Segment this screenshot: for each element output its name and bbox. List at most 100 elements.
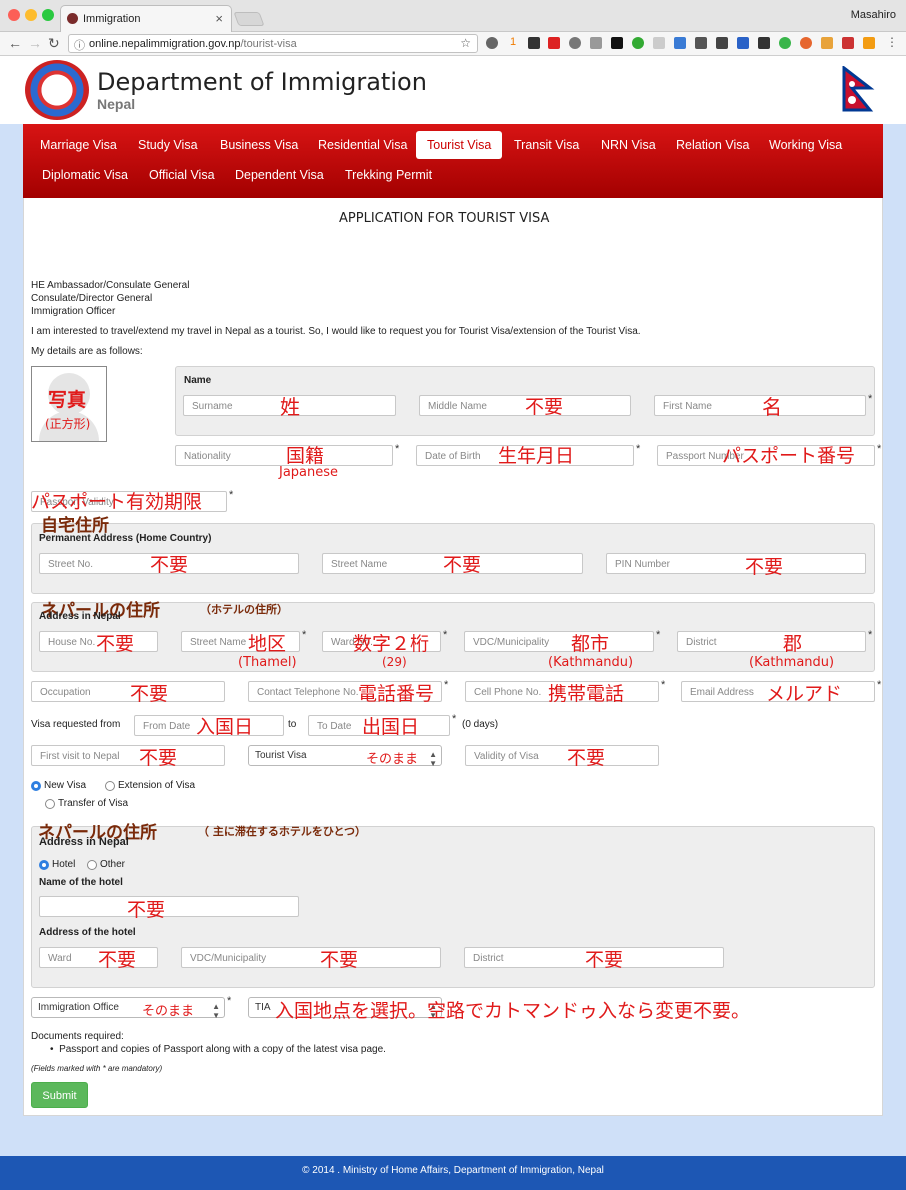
visa-requested-label: Visa requested from	[31, 719, 121, 730]
chart-extension-icon[interactable]	[674, 37, 686, 49]
green-extension-icon[interactable]	[779, 37, 791, 49]
nav-business-visa[interactable]: Business Visa	[209, 131, 309, 159]
first-name-input[interactable]: First Name	[654, 395, 866, 416]
immigration-office-select[interactable]: Immigration Office ▲ ▼	[31, 997, 225, 1020]
nav-official-visa[interactable]: Official Visa	[138, 161, 226, 189]
first-visit-input[interactable]: First visit to Nepal	[31, 745, 225, 766]
from-date-annotation: 入国日	[196, 716, 254, 738]
required-mark: *	[656, 629, 661, 641]
occupation-input[interactable]: Occupation	[31, 681, 225, 702]
m-extension-icon[interactable]	[548, 37, 560, 49]
nav-dependent-visa[interactable]: Dependent Visa	[224, 161, 335, 189]
nav-tourist-visa[interactable]: Tourist Visa	[416, 131, 503, 159]
tool-extension-icon[interactable]	[842, 37, 854, 49]
tab-title: Immigration	[83, 13, 141, 25]
nav-nrn-visa[interactable]: NRN Visa	[590, 131, 667, 159]
hotel-radio-label: Hotel	[52, 859, 76, 870]
back-arrow-icon[interactable]: ←	[8, 35, 22, 51]
doc-extension-icon[interactable]	[695, 37, 707, 49]
ward2-annotation: 不要	[98, 949, 137, 971]
required-mark: *	[868, 393, 873, 405]
clock-extension-icon[interactable]	[569, 37, 581, 49]
nepal-address-label: Address in Nepal	[39, 611, 121, 622]
nav-diplomatic-visa[interactable]: Diplomatic Visa	[31, 161, 139, 189]
contact-tel-annotation: 電話番号	[358, 683, 435, 705]
required-mark: *	[229, 489, 234, 501]
required-mark: *	[302, 629, 307, 641]
pocket-extension-icon[interactable]	[716, 37, 728, 49]
v-extension-icon[interactable]	[737, 37, 749, 49]
required-mark: *	[636, 443, 641, 455]
pin-annotation: 不要	[745, 556, 784, 578]
nav-relation-visa[interactable]: Relation Visa	[665, 131, 760, 159]
vdc-municipality-hotel-input[interactable]: VDC/Municipality	[181, 947, 441, 968]
orange-extension-icon[interactable]	[800, 37, 812, 49]
district-annotation: 郡	[783, 633, 803, 655]
maximize-window-icon[interactable]	[42, 9, 54, 21]
profile-name[interactable]: Masahiro	[851, 9, 896, 21]
visa-nav: Marriage Visa Study Visa Business Visa R…	[23, 124, 883, 198]
validity-input[interactable]: Validity of Visa	[465, 745, 659, 766]
district-input[interactable]: District	[677, 631, 866, 652]
form-heading: APPLICATION FOR TOURIST VISA	[339, 211, 550, 226]
days-count: (0 days)	[462, 719, 499, 730]
info-icon[interactable]: ⓘ	[74, 37, 85, 53]
nav-transit-visa[interactable]: Transit Visa	[503, 131, 590, 159]
note-extension-icon[interactable]	[821, 37, 833, 49]
nav-study-visa[interactable]: Study Visa	[127, 131, 209, 159]
permanent-address-label: Permanent Address (Home Country)	[39, 533, 212, 544]
district2-annotation: 不要	[585, 949, 624, 971]
submit-button[interactable]: Submit	[31, 1082, 88, 1108]
nav-trekking-permit[interactable]: Trekking Permit	[334, 161, 443, 189]
office-code-annotation: 入国地点を選択。空路でカトマンドゥ入なら変更不要。	[275, 1000, 751, 1022]
nav-working-visa[interactable]: Working Visa	[758, 131, 853, 159]
nav-residential-visa[interactable]: Residential Visa	[307, 131, 418, 159]
stats-extension-icon[interactable]	[863, 37, 875, 49]
address-bar[interactable]: ⓘ online.nepalimmigration.gov.np/tourist…	[68, 34, 478, 53]
office-code-value: TIA	[255, 1002, 271, 1013]
required-mark: *	[868, 629, 873, 641]
addressee-line: HE Ambassador/Consulate General	[31, 280, 190, 291]
hotel-radio[interactable]	[39, 860, 49, 870]
mail-extension-icon[interactable]	[611, 37, 623, 49]
nav-marriage-visa[interactable]: Marriage Visa	[29, 131, 128, 159]
pin-number-input[interactable]: PIN Number	[606, 553, 866, 574]
occupation-annotation: 不要	[130, 683, 169, 705]
favicon-icon	[67, 13, 78, 24]
url-host: online.nepalimmigration.gov.np	[89, 38, 241, 50]
new-tab-button[interactable]	[233, 12, 265, 26]
nationality-input[interactable]: Nationality	[175, 445, 393, 466]
browser-tab[interactable]: Immigration ×	[60, 5, 232, 32]
documents-label: Documents required:	[31, 1031, 124, 1042]
search-extension-icon[interactable]	[653, 37, 665, 49]
site-footer: © 2014 . Ministry of Home Affairs, Depar…	[0, 1156, 906, 1190]
camera-extension-icon[interactable]	[590, 37, 602, 49]
new-visa-label: New Visa	[44, 780, 87, 791]
nepal-flag-icon	[842, 66, 875, 112]
extension-badge[interactable]: 1	[510, 36, 516, 48]
extension-visa-radio[interactable]	[105, 781, 115, 791]
other-radio[interactable]	[87, 860, 97, 870]
menu-dots-icon[interactable]: ⋮	[886, 35, 898, 49]
close-window-icon[interactable]	[8, 9, 20, 21]
tab-close-icon[interactable]: ×	[215, 11, 223, 26]
documents-item: • Passport and copies of Passport along …	[50, 1044, 386, 1055]
required-mark: *	[877, 679, 882, 691]
glasses-extension-icon[interactable]	[528, 37, 540, 49]
address2-label: Address in Nepal	[39, 836, 129, 848]
forward-arrow-icon[interactable]: →	[28, 35, 42, 51]
evernote-extension-icon[interactable]	[632, 37, 644, 49]
house-no-annotation: 不要	[96, 633, 135, 655]
off-extension-icon[interactable]	[758, 37, 770, 49]
required-mark: *	[227, 995, 232, 1007]
bookmark-star-icon[interactable]: ☆	[460, 36, 471, 50]
minimize-window-icon[interactable]	[25, 9, 37, 21]
passport-annotation: パスポート番号	[722, 445, 856, 467]
transfer-visa-radio[interactable]	[45, 799, 55, 809]
new-visa-radio[interactable]	[31, 781, 41, 791]
hotel-name-input[interactable]	[39, 896, 299, 917]
reload-icon[interactable]: ↻	[48, 35, 60, 52]
extension-icon[interactable]	[486, 37, 498, 49]
vdc-municipality-input[interactable]: VDC/Municipality	[464, 631, 654, 652]
select-arrows-icon: ▲ ▼	[429, 750, 437, 768]
